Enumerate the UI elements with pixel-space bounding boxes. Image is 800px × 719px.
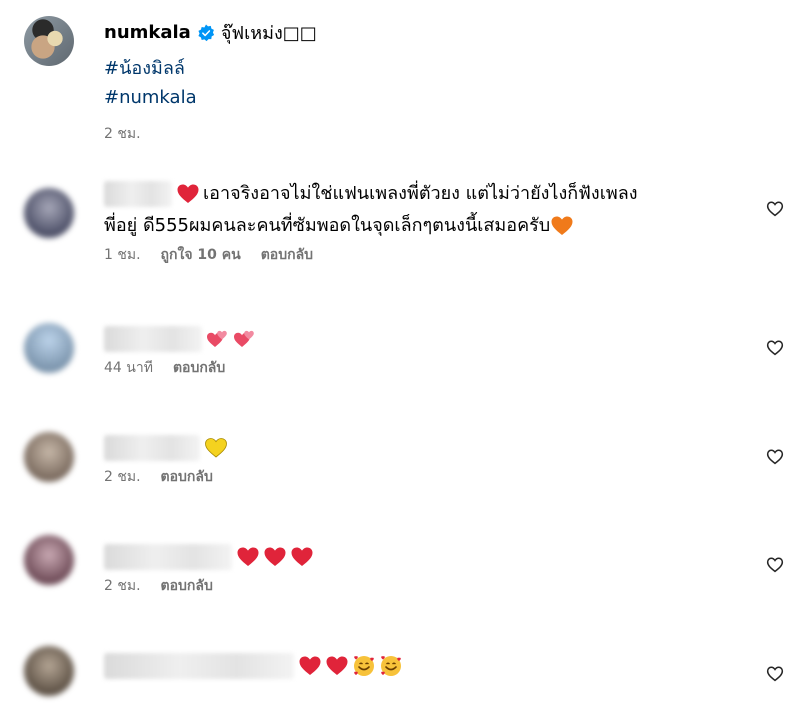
heart-outline-icon[interactable]: [766, 556, 784, 574]
comment-body: 2 ชม. ตอบกลับ: [104, 432, 730, 488]
smiling-face-with-hearts-emoji: [381, 656, 401, 676]
comment-text-line: พี่อยู่ ดี555ผมคนละคนที่ซัมพอดในจุดเล็กๆ…: [104, 215, 551, 236]
comment-timestamp: 44 นาที: [104, 360, 153, 376]
comment-timestamp: 1 ชม.: [104, 247, 141, 263]
commenter-username-redacted[interactable]: [104, 181, 172, 207]
comment-body: [104, 650, 730, 682]
caption-header: numkala จุ๊ฟเหม่ง□□: [104, 18, 317, 47]
red-heart-emoji: [177, 184, 199, 203]
comment-meta: 44 นาที ตอบกลับ: [104, 357, 730, 379]
commenter-username-redacted[interactable]: [104, 326, 202, 352]
commenter-username-redacted[interactable]: [104, 435, 200, 461]
hashtag-link[interactable]: #น้องมิลล์: [104, 53, 185, 82]
commenter-username-redacted[interactable]: [104, 653, 294, 679]
comment-meta: 2 ชม. ตอบกลับ: [104, 466, 730, 488]
comment-body: เอาจริงอาจไม่ใช่แฟนเพลงพี่ตัวยง แต่ไม่ว่…: [104, 178, 730, 266]
orange-heart-emoji: [551, 216, 573, 235]
heart-outline-icon[interactable]: [766, 200, 784, 218]
two-hearts-emoji: [234, 330, 254, 347]
red-heart-emoji: [264, 547, 286, 566]
post-author-avatar[interactable]: [24, 16, 74, 66]
yellow-heart-emoji: [205, 438, 227, 458]
comment-body: 44 นาที ตอบกลับ: [104, 323, 730, 379]
verified-badge-icon: [198, 23, 214, 41]
comment-timestamp: 2 ชม.: [104, 578, 141, 594]
red-heart-emoji: [291, 547, 313, 566]
red-heart-emoji: [299, 656, 321, 675]
comment-likes-count[interactable]: ถูกใจ 10 คน: [161, 244, 241, 266]
comment-timestamp: 2 ชม.: [104, 469, 141, 485]
commenter-avatar[interactable]: [24, 535, 74, 585]
comment-meta: 2 ชม. ตอบกลับ: [104, 575, 730, 597]
comment-text-line: เอาจริงอาจไม่ใช่แฟนเพลงพี่ตัวยง แต่ไม่ว่…: [203, 183, 638, 204]
heart-outline-icon[interactable]: [766, 665, 784, 683]
heart-outline-icon[interactable]: [766, 339, 784, 357]
reply-button[interactable]: ตอบกลับ: [173, 357, 225, 379]
smiling-face-with-hearts-emoji: [354, 656, 374, 676]
commenter-username-redacted[interactable]: [104, 544, 232, 570]
post-author-username[interactable]: numkala: [104, 22, 191, 43]
commenter-avatar[interactable]: [24, 432, 74, 482]
commenter-avatar[interactable]: [24, 323, 74, 373]
caption-suffix: □□: [282, 23, 317, 44]
reply-button[interactable]: ตอบกลับ: [161, 466, 213, 488]
red-heart-emoji: [237, 547, 259, 566]
red-heart-emoji: [326, 656, 348, 675]
hashtag-link[interactable]: #numkala: [104, 87, 197, 108]
comment-meta: 1 ชม. ถูกใจ 10 คน ตอบกลับ: [104, 244, 730, 266]
reply-button[interactable]: ตอบกลับ: [161, 575, 213, 597]
caption-text: จุ๊ฟเหม่ง□□: [221, 18, 317, 47]
post-timestamp: 2 ชม.: [104, 126, 141, 142]
commenter-avatar[interactable]: [24, 646, 74, 696]
caption-main: จุ๊ฟเหม่ง: [220, 23, 283, 44]
heart-outline-icon[interactable]: [766, 448, 784, 466]
two-hearts-emoji: [207, 330, 227, 347]
commenter-avatar[interactable]: [24, 188, 74, 238]
comment-body: 2 ชม. ตอบกลับ: [104, 541, 730, 597]
reply-button[interactable]: ตอบกลับ: [261, 244, 313, 266]
